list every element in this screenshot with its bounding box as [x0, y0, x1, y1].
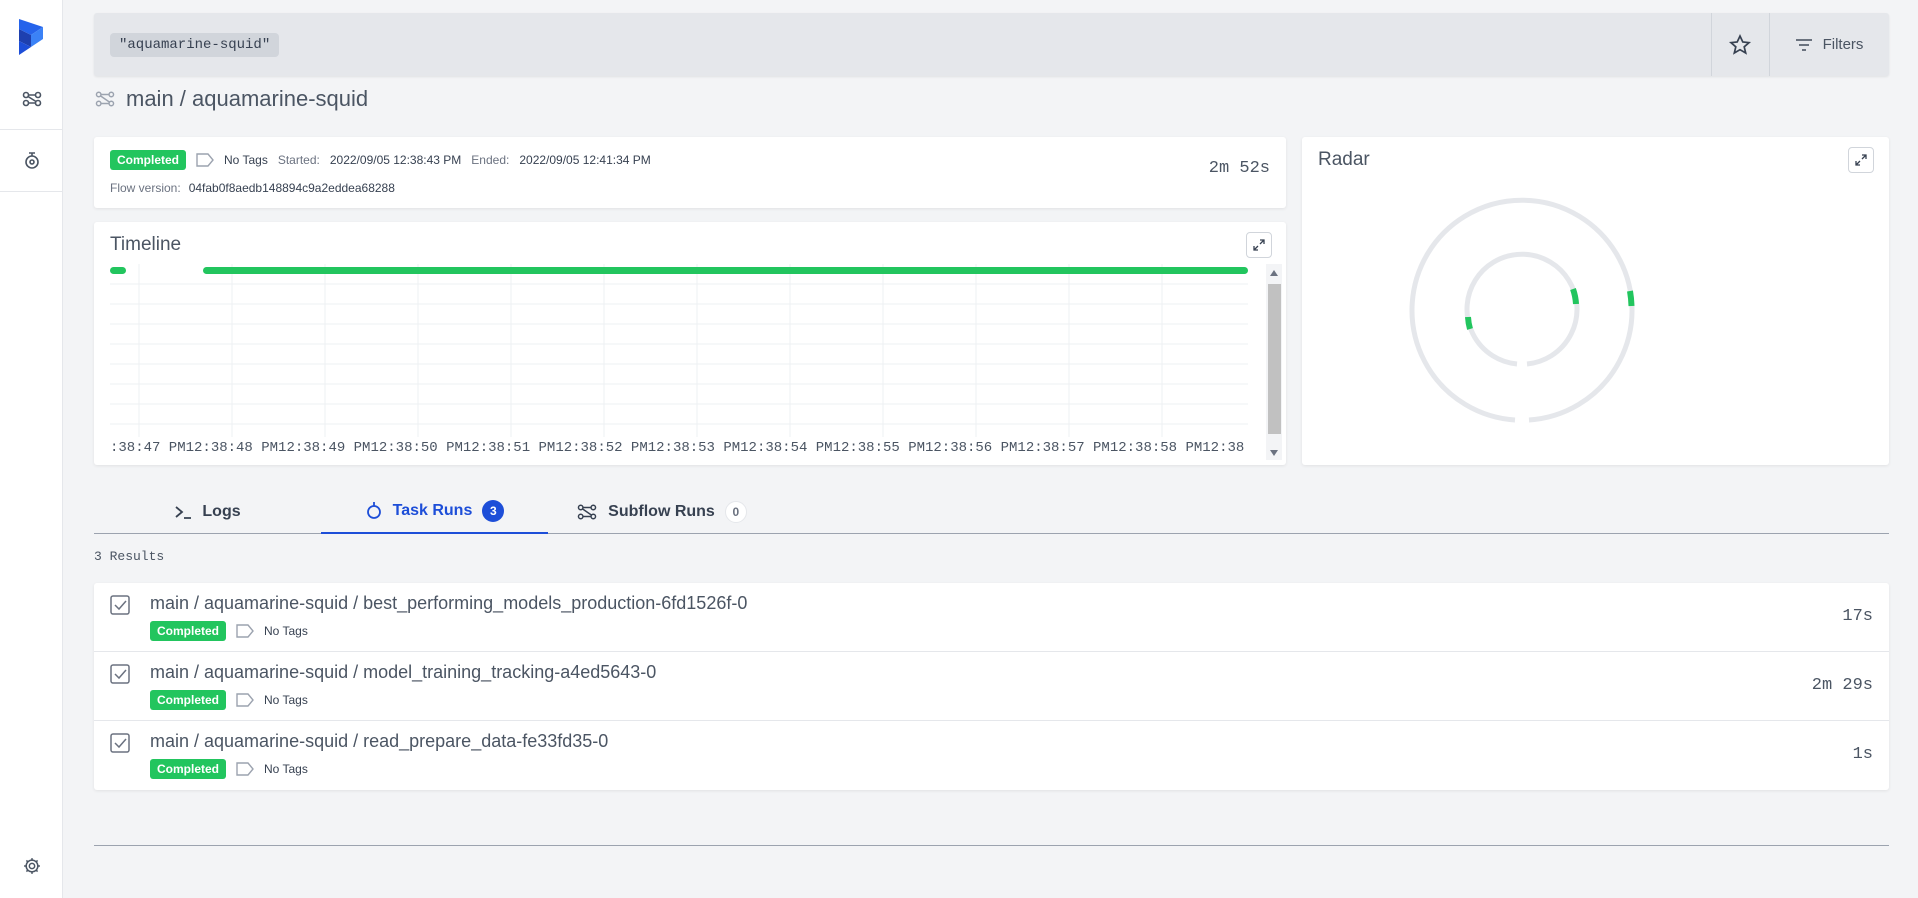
flow-version-value: 04fab0f8aedb148894c9a2eddea68288 [188, 181, 395, 195]
sidebar [0, 0, 63, 898]
task-run-name[interactable]: main / aquamarine-squid / read_prepare_d… [150, 731, 608, 752]
timeline-bar-model-training [203, 267, 1248, 274]
task-run-duration: 2m 29s [1811, 676, 1873, 695]
star-icon [1728, 33, 1752, 55]
timeline-axis-labels: :38:47 PM12:38:48 PM12:38:49 PM12:38:50 … [110, 440, 1248, 458]
flow-run-icon [95, 91, 115, 107]
tick-label: 12:38:54 PM [740, 440, 833, 456]
tab-bar: Logs Task Runs 3 Subflow Runs 0 [94, 490, 1889, 534]
task-run-duration: 1s [1852, 745, 1873, 764]
tick-label: 12:38:53 PM [647, 440, 741, 456]
sidebar-item-work-queues[interactable] [0, 130, 63, 192]
terminal-icon [175, 506, 192, 519]
prefect-logo-icon[interactable] [17, 17, 45, 57]
started-value: 2022/09/05 12:38:43 PM [329, 153, 462, 167]
ended-value: 2022/09/05 12:41:34 PM [519, 153, 651, 167]
flow-run-duration: 2m 52s [1208, 159, 1270, 178]
timeline-chart[interactable] [110, 264, 1248, 437]
timeline-title: Timeline [110, 234, 182, 255]
save-filter-button[interactable] [1711, 13, 1769, 76]
divider [94, 845, 1889, 846]
tags-text: No Tags [264, 624, 308, 638]
filters-label: Filters [1822, 36, 1864, 53]
checkbox-icon[interactable] [110, 595, 130, 615]
task-run-duration: 17s [1842, 607, 1873, 626]
radar-card: Radar [1302, 137, 1889, 465]
expand-icon [1253, 239, 1265, 251]
task-run-list: main / aquamarine-squid / best_performin… [94, 583, 1889, 790]
task-run-name[interactable]: main / aquamarine-squid / best_performin… [150, 593, 747, 614]
tag-icon [196, 153, 214, 167]
tick-label: :38:47 PM [110, 440, 186, 456]
state-badge: Completed [110, 150, 187, 170]
task-run-row[interactable]: main / aquamarine-squid / model_training… [94, 652, 1889, 721]
tick-label: 12:38:55 PM [832, 440, 925, 456]
flow-version-label: Flow version: [110, 181, 181, 195]
expand-icon [1855, 154, 1867, 166]
task-runs-count-badge: 3 [482, 500, 505, 522]
subflow-runs-count-badge: 0 [724, 501, 747, 523]
task-run-icon [366, 502, 381, 519]
tags-text: No Tags [264, 693, 308, 707]
tags-text: No Tags [224, 153, 268, 167]
tab-subflow-runs[interactable]: Subflow Runs 0 [548, 490, 775, 534]
task-run-row[interactable]: main / aquamarine-squid / best_performin… [94, 583, 1889, 652]
gear-icon [23, 858, 40, 874]
tick-label: 12:38:51 PM [462, 440, 556, 456]
timeline-expand-button[interactable] [1246, 232, 1272, 258]
timeline-card: Timeline :38:47 PM12:38:48 PM12:38:49 PM… [94, 222, 1286, 465]
tick-label: 12:38:48 PM [185, 440, 279, 456]
tick-label: 12:38 [1202, 440, 1245, 456]
timeline-bar-read-prepare-data [110, 267, 126, 274]
tag-icon [236, 693, 254, 707]
filter-icon [1795, 38, 1812, 51]
checkbox-icon[interactable] [110, 733, 130, 753]
results-count: 3 Results [94, 549, 165, 564]
tag-icon [236, 762, 254, 776]
flow-runs-icon [22, 91, 41, 106]
tick-label: 12:38:58 PM [1109, 440, 1203, 456]
tab-subflow-runs-label: Subflow Runs [608, 503, 715, 520]
work-queue-icon [24, 151, 39, 169]
checkbox-icon[interactable] [110, 664, 130, 684]
tab-logs[interactable]: Logs [94, 490, 321, 534]
tab-logs-label: Logs [202, 503, 241, 520]
sidebar-item-settings[interactable] [0, 846, 63, 886]
state-badge: Completed [150, 621, 227, 641]
search-bar[interactable]: "aquamarine-squid" Filters [94, 13, 1889, 76]
tick-label: 12:38:57 PM [1017, 440, 1110, 456]
task-run-name[interactable]: main / aquamarine-squid / model_training… [150, 662, 656, 683]
tick-label: 12:38:56 PM [925, 440, 1018, 456]
sidebar-item-flow-runs[interactable] [0, 68, 63, 130]
tab-task-runs[interactable]: Task Runs 3 [321, 490, 548, 534]
ended-label: Ended: [471, 153, 510, 167]
radar-expand-button[interactable] [1848, 147, 1874, 173]
tick-label: 12:38:49 PM [278, 440, 371, 456]
tick-label: 12:38:52 PM [555, 440, 648, 456]
state-badge: Completed [150, 690, 227, 710]
radar-title: Radar [1318, 149, 1370, 170]
filters-button[interactable]: Filters [1769, 13, 1889, 76]
timeline-scrollbar-thumb[interactable] [1268, 284, 1281, 434]
radar-chart[interactable] [1402, 189, 1642, 429]
tick-label: 12:38:50 PM [370, 440, 463, 456]
page-title: main / aquamarine-squid [94, 84, 368, 114]
task-run-row[interactable]: main / aquamarine-squid / read_prepare_d… [94, 721, 1889, 790]
state-badge: Completed [150, 759, 227, 779]
flow-run-details-card: Completed No Tags Started: 2022/09/05 12… [94, 137, 1286, 208]
tab-task-runs-label: Task Runs [392, 502, 473, 519]
tag-icon [236, 624, 254, 638]
tags-text: No Tags [264, 762, 308, 776]
search-filter-chip[interactable]: "aquamarine-squid" [110, 33, 280, 57]
subflow-icon [577, 504, 597, 520]
page-title-text: main / aquamarine-squid [126, 86, 369, 111]
started-label: Started: [277, 153, 320, 167]
